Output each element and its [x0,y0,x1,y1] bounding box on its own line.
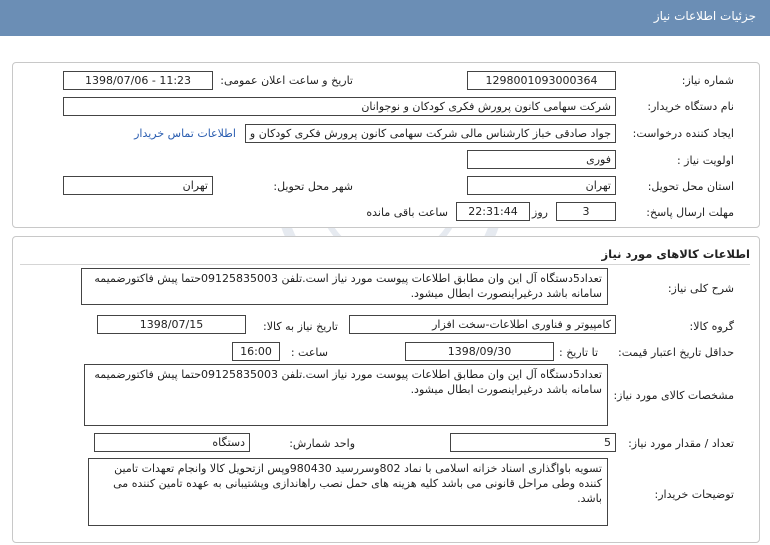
goods-group-label: گروه کالا: [689,320,734,333]
validity-time-label: ساعت : [290,346,328,359]
buyer-label: نام دستگاه خریدار: [647,100,734,113]
unit-label: واحد شمارش: [289,437,355,450]
validity-to-label: تا تاریخ : [559,346,598,359]
priority-field: فوری [467,150,616,169]
deadline-days-field: 3 [556,202,616,221]
goods-group-field: کامپیوتر و فناوری اطلاعات-سخت افزار [349,315,616,334]
section-divider [20,264,750,265]
contact-info-link[interactable]: اطلاعات تماس خریدار [134,127,236,140]
goods-section-title: اطلاعات کالاهای مورد نیاز [601,247,750,261]
city-field: تهران [63,176,213,195]
validity-date-field: 1398/09/30 [405,342,554,361]
need-number-field: 1298001093000364 [467,71,616,90]
summary-label: شرح کلی نیاز: [667,282,734,295]
priority-label: اولویت نیاز : [676,154,734,167]
title-bar: جزئیات اطلاعات نیاز [0,0,770,36]
province-label: استان محل تحویل: [647,180,734,193]
need-date-label: تاریخ نیاز به کالا: [263,320,338,333]
need-date-field: 1398/07/15 [97,315,246,334]
specs-field: تعداد5دستگاه آل این وان مطابق اطلاعات پی… [84,364,608,426]
page-title: جزئیات اطلاعات نیاز [653,9,756,23]
quantity-label: تعداد / مقدار مورد نیاز: [628,437,734,450]
announce-label: تاریخ و ساعت اعلان عمومی: [220,74,353,87]
deadline-time-field: 22:31:44 [456,202,530,221]
validity-time-field: 16:00 [232,342,280,361]
deadline-label: مهلت ارسال پاسخ: [646,206,734,219]
unit-field: دستگاه [94,433,250,452]
quantity-field: 5 [450,433,616,452]
province-field: تهران [467,176,616,195]
announce-field: 1398/07/06 - 11:23 [63,71,213,90]
deadline-time-suffix: ساعت باقی مانده [366,206,448,219]
specs-label: مشخصات کالای مورد نیاز: [613,389,734,402]
validity-label: حداقل تاریخ اعتبار قیمت: [618,346,734,359]
city-label: شهر محل تحویل: [273,180,353,193]
summary-field: تعداد5دستگاه آل این وان مطابق اطلاعات پی… [81,268,608,305]
buyer-notes-label: توضیحات خریدار: [654,488,735,501]
creator-label: ایجاد کننده درخواست: [632,127,734,140]
need-number-label: شماره نیاز: [681,74,734,87]
buyer-field: شرکت سهامی کانون پرورش فکری کودکان و نوج… [63,97,616,116]
creator-field: جواد صادقی خباز کارشناس مالی شرکت سهامی … [245,124,616,143]
buyer-notes-field: تسویه باواگذاری اسناد خزانه اسلامی با نم… [88,458,608,526]
